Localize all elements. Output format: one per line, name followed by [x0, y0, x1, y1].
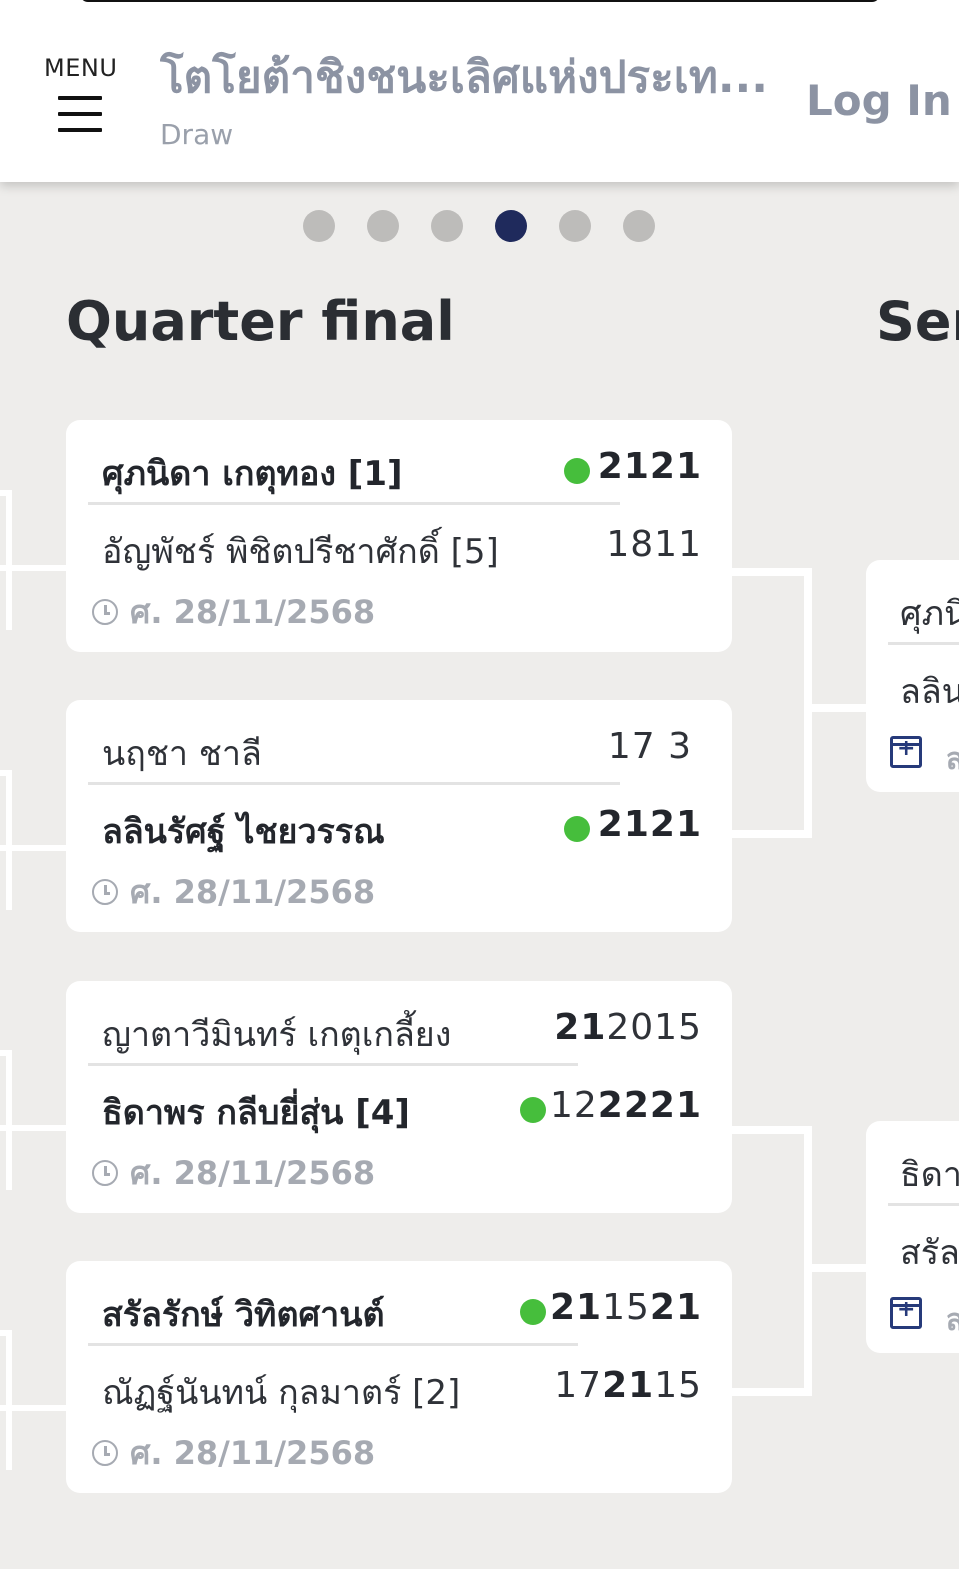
semi-player-name: ธิดา [900, 1155, 959, 1195]
match-date-text: ศ. 28/11/2568 [130, 872, 376, 911]
player-row: ธิดาพร กลีบยี่สุ่น [4] 122221 [102, 1075, 702, 1137]
player-row: ญาตาวีมินทร์ เกตุเกลี้ยง 212015 [102, 997, 702, 1059]
quarter-final-title: Quarter final [66, 290, 455, 353]
match-card[interactable]: ญาตาวีมินทร์ เกตุเกลี้ยง 212015 ธิดาพร ก… [66, 981, 732, 1213]
row-divider [88, 782, 620, 785]
player-name: อัญพัชร์ พิชิตปรีชาศักดิ์ [5] [102, 532, 499, 572]
score-part: 2221 [597, 1085, 702, 1126]
score-part: 1811 [606, 524, 702, 565]
semi-player-name: ศุภนิ [900, 594, 959, 634]
score-part: 17 3 [607, 726, 692, 767]
score-part: 12 [549, 1085, 598, 1126]
hamburger-icon [58, 96, 102, 144]
winner-indicator [520, 1299, 546, 1325]
player-score: 2121 [598, 446, 702, 487]
player-score: 211521 [550, 1287, 702, 1328]
semi-match-date: ส [946, 1303, 959, 1338]
match-date-text: ศ. 28/11/2568 [130, 1153, 376, 1192]
pager-dot[interactable] [303, 210, 335, 242]
match-card[interactable]: ศุภนิดา เกตุทอง [1] 2121 อัญพัชร์ พิชิตป… [66, 420, 732, 652]
player-score: 1811 [606, 524, 702, 565]
semi-match-card[interactable]: ศุภนิ ลลิน ส [866, 560, 959, 792]
calendar-plus-icon [890, 736, 922, 768]
score-part: 2121 [597, 446, 702, 487]
player-row: ศุภนิดา เกตุทอง [1] 2121 [102, 436, 702, 498]
player-name: ณัฏฐ์นันทน์ กุลมาตร์ [2] [102, 1373, 461, 1413]
match-date-text: ศ. 28/11/2568 [130, 1433, 376, 1472]
player-name: สรัลรักษ์ วิทิตศานต์ [102, 1295, 385, 1335]
top-bar: MENU โตโยต้าชิงชนะเลิศแห่งประเท... Draw … [0, 0, 959, 182]
player-score: 172115 [554, 1365, 702, 1406]
pager-dot[interactable] [559, 210, 591, 242]
semi-match-card[interactable]: ธิดา สรัล ส [866, 1121, 959, 1353]
player-row: นฤชา ชาลี 17 3 [102, 716, 702, 778]
player-score: 212015 [554, 1007, 702, 1048]
clock-icon [92, 1160, 118, 1186]
player-name: ศุภนิดา เกตุทอง [1] [102, 454, 403, 494]
pager-dot[interactable] [431, 210, 463, 242]
calendar-plus-icon [890, 1297, 922, 1329]
score-part: 15 [602, 1287, 650, 1328]
match-card[interactable]: สรัลรักษ์ วิทิตศานต์ 211521 ณัฏฐ์นันทน์ … [66, 1261, 732, 1493]
score-part: 17 [554, 1365, 603, 1406]
score-part: 21 [602, 1365, 655, 1406]
player-score: 2121 [598, 804, 702, 845]
score-part: 2015 [606, 1007, 702, 1048]
page-subtitle: Draw [160, 118, 234, 151]
match-date: ศ. 28/11/2568 [92, 1433, 375, 1473]
row-divider [888, 642, 959, 645]
menu-label: MENU [44, 54, 118, 82]
player-row: ณัฏฐ์นันทน์ กุลมาตร์ [2] 172115 [102, 1355, 702, 1417]
score-part: 2121 [597, 804, 702, 845]
player-name: ญาตาวีมินทร์ เกตุเกลี้ยง [102, 1015, 452, 1055]
player-name: นฤชา ชาลี [102, 734, 262, 774]
login-button[interactable]: Log In [806, 76, 952, 125]
player-name: ธิดาพร กลีบยี่สุ่น [4] [102, 1093, 410, 1133]
match-date: ศ. 28/11/2568 [92, 872, 375, 912]
match-date-text: ศ. 28/11/2568 [130, 592, 376, 631]
match-card[interactable]: นฤชา ชาลี 17 3 ลลินรัศฐ์ ไชยวรรณ 2121 ศ.… [66, 700, 732, 932]
row-divider [888, 1203, 959, 1206]
pager-dot-active[interactable] [495, 210, 527, 242]
row-divider [88, 1063, 578, 1066]
score-part: 21 [649, 1287, 702, 1328]
player-score: 122221 [550, 1085, 702, 1126]
winner-indicator [564, 458, 590, 484]
clock-icon [92, 879, 118, 905]
semi-match-date: ส [946, 742, 959, 777]
row-divider [88, 1343, 578, 1346]
menu-button[interactable]: MENU [40, 52, 120, 142]
row-divider [88, 502, 620, 505]
device-notch [80, 0, 880, 2]
pager-dot[interactable] [367, 210, 399, 242]
player-row: ลลินรัศฐ์ ไชยวรรณ 2121 [102, 794, 702, 856]
semi-player-name: ลลิน [900, 672, 959, 712]
round-pager [303, 210, 655, 242]
player-row: อัญพัชร์ พิชิตปรีชาศักดิ์ [5] 1811 [102, 514, 702, 576]
match-date: ศ. 28/11/2568 [92, 592, 375, 632]
pager-dot[interactable] [623, 210, 655, 242]
score-part: 21 [549, 1287, 603, 1328]
score-part: 21 [554, 1007, 607, 1048]
player-row: สรัลรักษ์ วิทิตศานต์ 211521 [102, 1277, 702, 1339]
winner-indicator [520, 1097, 546, 1123]
page-title: โตโยต้าชิงชนะเลิศแห่งประเท... [160, 52, 768, 103]
semi-player-name: สรัล [900, 1233, 959, 1273]
player-score: 17 3 [608, 726, 692, 767]
clock-icon [92, 599, 118, 625]
winner-indicator [564, 816, 590, 842]
player-name: ลลินรัศฐ์ ไชยวรรณ [102, 812, 385, 852]
match-date: ศ. 28/11/2568 [92, 1153, 375, 1193]
score-part: 15 [654, 1365, 702, 1406]
clock-icon [92, 1440, 118, 1466]
semi-final-title: Ser [876, 290, 959, 353]
